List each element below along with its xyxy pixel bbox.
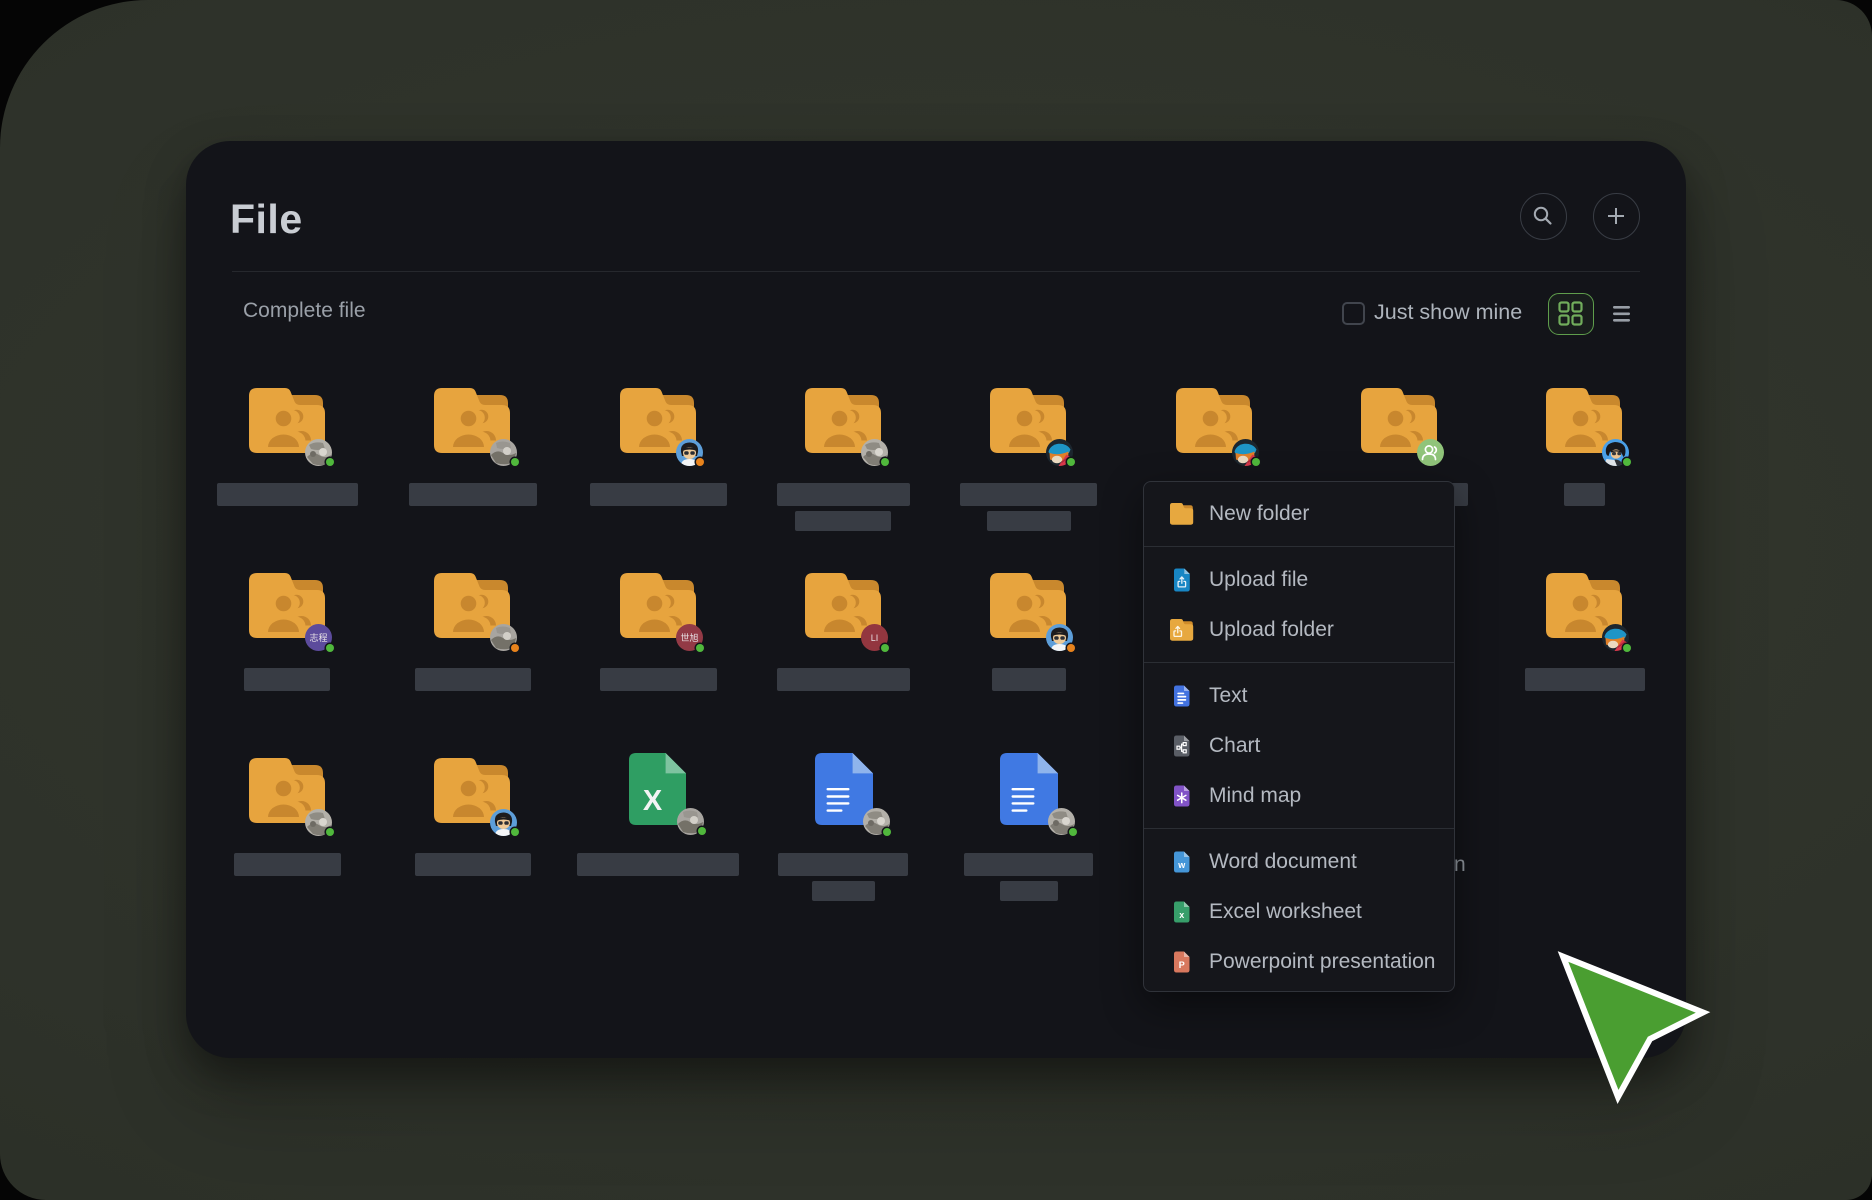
svg-text:志程: 志程	[309, 632, 327, 643]
svg-text:LI: LI	[871, 633, 879, 643]
svg-text:世旭: 世旭	[680, 632, 698, 643]
